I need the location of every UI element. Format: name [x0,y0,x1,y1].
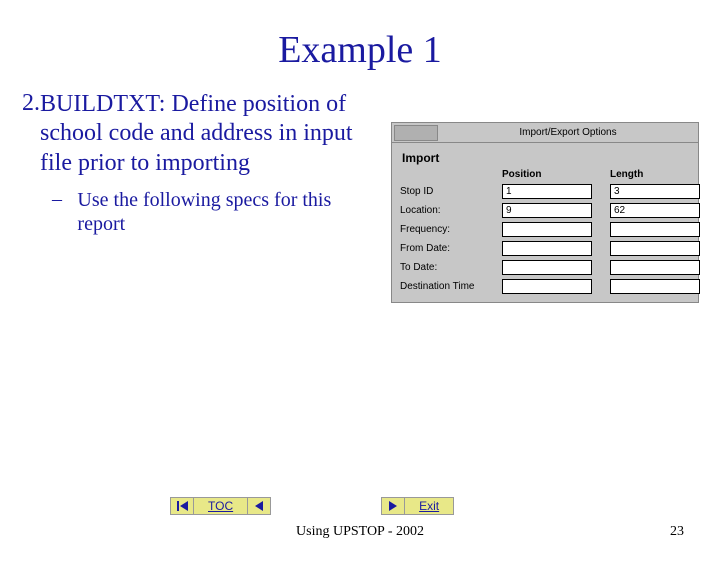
system-menu-icon[interactable] [394,125,438,141]
row-label: Frequency: [400,224,484,235]
left-column: 2. BUILDTXT: Define position of school c… [22,90,377,237]
list-text: BUILDTXT: Define position of school code… [40,90,377,178]
import-export-dialog: Import/Export Options Import Position Le… [391,122,699,303]
row-label: From Date: [400,243,484,254]
nav-bar: TOC Exit [0,494,720,518]
right-column: Import/Export Options Import Position Le… [391,122,699,303]
position-input[interactable]: 9 [502,203,592,218]
sub-list-item: – Use the following specs for this repor… [52,188,377,237]
nav-next-button[interactable] [381,497,405,515]
toc-button[interactable]: TOC [193,497,248,515]
bar-icon [177,501,179,511]
row-label: Location: [400,205,484,216]
triangle-left-icon [255,501,263,511]
length-input[interactable] [610,279,700,294]
row-label: To Date: [400,262,484,273]
position-input[interactable]: 1 [502,184,592,199]
sub-bullet: – [52,188,77,237]
sub-list-text: Use the following specs for this report [77,188,377,237]
page-number: 23 [670,524,684,540]
position-input[interactable] [502,260,592,275]
nav-first-button[interactable] [170,497,194,515]
dialog-subtitle: Import [402,151,690,165]
header-position: Position [502,169,592,180]
triangle-left-icon [180,501,188,511]
triangle-right-icon [389,501,397,511]
nav-prev-button[interactable] [247,497,271,515]
exit-button[interactable]: Exit [404,497,454,515]
list-item: 2. BUILDTXT: Define position of school c… [22,90,377,178]
header-blank [400,170,484,180]
dialog-titlebar: Import/Export Options [392,123,698,143]
row-label: Stop ID [400,186,484,197]
length-input[interactable] [610,222,700,237]
position-input[interactable] [502,279,592,294]
length-input[interactable] [610,260,700,275]
field-grid: Position Length Stop ID 1 3 Location: 9 … [400,169,690,294]
row-label: Destination Time [400,281,484,292]
length-input[interactable]: 62 [610,203,700,218]
length-input[interactable] [610,241,700,256]
position-input[interactable] [502,241,592,256]
slide-title: Example 1 [0,28,720,72]
dialog-body: Import Position Length Stop ID 1 3 Locat… [392,143,698,302]
footer-text: Using UPSTOP - 2002 [0,524,720,540]
position-input[interactable] [502,222,592,237]
length-input[interactable]: 3 [610,184,700,199]
header-length: Length [610,169,700,180]
list-number: 2. [22,90,40,178]
dialog-title: Import/Export Options [438,127,698,138]
content-row: 2. BUILDTXT: Define position of school c… [0,90,720,303]
